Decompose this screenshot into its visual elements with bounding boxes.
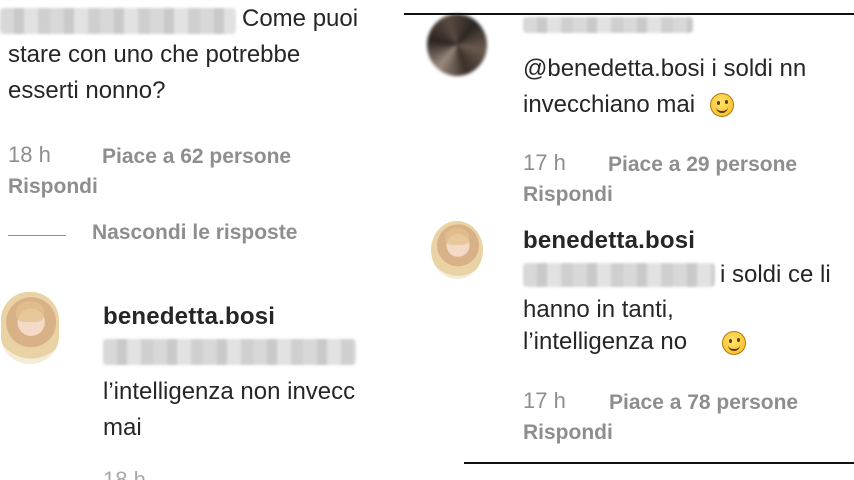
collage-top-border	[404, 13, 854, 15]
left-comment-thread: Come puoi stare con uno che potrebbe ess…	[0, 0, 410, 480]
reply-button[interactable]: Rispondi	[523, 183, 613, 207]
comment-text-line2: stare con uno che potrebbe	[8, 41, 301, 68]
profile-avatar-icon[interactable]	[1, 292, 59, 364]
hide-replies-button[interactable]: Nascondi le risposte	[92, 221, 297, 245]
pixelated-avatar-icon[interactable]	[427, 14, 487, 76]
comment-text-line1: i soldi nn	[711, 55, 807, 82]
reply-button[interactable]: Rispondi	[523, 421, 613, 445]
profile-avatar-icon[interactable]	[431, 221, 483, 279]
comment-text-line1: Come puoi	[242, 5, 359, 32]
partial-timestamp: 18 h	[103, 467, 146, 480]
reply-timestamp: 17 h	[523, 388, 566, 413]
comment-mention-line: @benedetta.bosi i soldi nn	[523, 55, 806, 83]
replies-divider	[8, 235, 66, 236]
reply-text-line2: hanno in tanti,	[523, 296, 674, 323]
reply-text-line1: l’intelligenza non invecc	[103, 378, 356, 405]
reply-text-line2: mai	[103, 414, 142, 441]
reply-username[interactable]: benedetta.bosi	[523, 227, 695, 255]
blurred-username	[523, 17, 693, 33]
blurred-mention	[103, 339, 356, 365]
blurred-mention	[523, 263, 715, 287]
mention-link[interactable]: @benedetta.bosi	[523, 55, 705, 82]
comment-likes-link[interactable]: Piace a 62 persone	[102, 145, 291, 169]
comment-text-line2: invecchiano mai	[523, 91, 696, 118]
comment-timestamp: 17 h	[523, 150, 566, 175]
reply-username[interactable]: benedetta.bosi	[103, 303, 275, 331]
winking-smiley-icon	[710, 93, 734, 117]
collage-bottom-border	[464, 462, 854, 464]
blurred-username	[0, 8, 236, 34]
reply-likes-link[interactable]: Piace a 78 persone	[609, 391, 798, 415]
comment-timestamp: 18 h	[8, 142, 51, 167]
reply-text-line1: i soldi ce li	[720, 261, 831, 288]
comment-likes-link[interactable]: Piace a 29 persone	[608, 153, 797, 177]
right-comment-thread: @benedetta.bosi i soldi nn invecchiano m…	[410, 0, 854, 462]
reply-button[interactable]: Rispondi	[8, 175, 98, 199]
reply-text-line3: l’intelligenza no	[523, 328, 688, 355]
winking-smiley-icon	[722, 331, 746, 355]
comment-text-line3: esserti nonno?	[8, 77, 166, 104]
